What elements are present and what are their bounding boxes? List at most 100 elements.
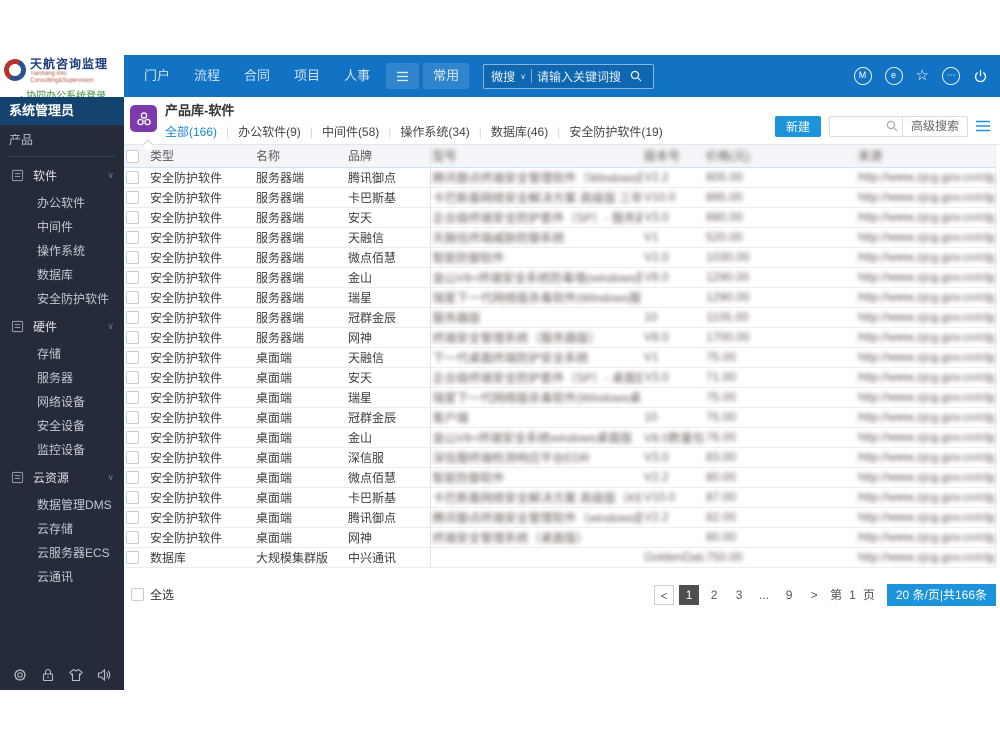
row-checkbox[interactable] [126, 431, 139, 445]
row-checkbox[interactable] [126, 451, 139, 465]
company-subtitle: Tianhang Info Consulting&Supervision [30, 71, 94, 84]
nav-item-2[interactable]: 合同 [232, 55, 282, 97]
nav-common-button[interactable]: 常用 [423, 63, 470, 89]
search-scope-label[interactable]: 微搜 [491, 68, 515, 85]
tab-5[interactable]: 安全防护软件(19) [560, 123, 671, 140]
new-button[interactable]: 新建 [774, 115, 821, 137]
sidebar-item-2-1[interactable]: 云存储 [0, 517, 124, 541]
row-checkbox[interactable] [126, 291, 139, 305]
speaker-icon[interactable] [96, 667, 112, 683]
sidebar-item-1-3[interactable]: 安全设备 [0, 414, 124, 438]
message-m-icon[interactable]: M [853, 67, 872, 85]
sidebar-item-2-3[interactable]: 云通讯 [0, 565, 124, 589]
nav-item-0[interactable]: 门户 [132, 55, 182, 97]
tab-4[interactable]: 数据库(46) [482, 123, 557, 140]
prev-page-button[interactable]: < [654, 584, 675, 605]
page-button-1[interactable]: 1 [679, 584, 700, 605]
table-search-input[interactable] [830, 117, 882, 136]
row-checkbox[interactable] [126, 511, 139, 525]
tab-3[interactable]: 操作系统(34) [391, 123, 478, 140]
nav-menu-button[interactable] [386, 63, 420, 89]
sidebar-item-1-0[interactable]: 存储 [0, 342, 124, 366]
cell-source: http://www.zjcg.gov.cn/ctjg/ [858, 450, 996, 464]
cell-source: http://www.zjcg.gov.cn/ctjg/ [858, 370, 996, 384]
search-icon[interactable] [630, 70, 642, 82]
global-search-input[interactable]: 请输入关键词搜 [537, 68, 621, 85]
row-checkbox[interactable] [126, 531, 139, 545]
row-checkbox[interactable] [126, 231, 139, 245]
page-button-3[interactable]: 3 [729, 585, 749, 605]
row-checkbox[interactable] [126, 411, 139, 425]
lock-icon[interactable] [40, 667, 56, 683]
sidebar-item-0-4[interactable]: 安全防护软件 [0, 287, 124, 311]
cell-source: http://www.zjcg.gov.cn/ctjg/ [858, 270, 996, 284]
cell-version: V10.0 [644, 190, 676, 204]
cell-type: 安全防护软件 [150, 370, 223, 385]
sidebar-item-2-0[interactable]: 数据管理DMS [0, 493, 124, 517]
document-icon [11, 471, 24, 484]
cell-name: 服务器端 [256, 290, 305, 305]
cell-model: 终端安全管理系统（服务器版） [432, 330, 601, 345]
nav-search[interactable]: 微搜 ∨ 请输入关键词搜 [483, 63, 654, 89]
cell-price: 895.00 [706, 190, 743, 204]
more-dots-icon[interactable]: ⋯ [942, 67, 960, 85]
nav-item-1[interactable]: 流程 [182, 55, 232, 97]
row-checkbox[interactable] [126, 211, 139, 225]
sidebar-item-1-4[interactable]: 监控设备 [0, 438, 124, 462]
mail-e-icon[interactable]: e [884, 67, 903, 85]
header-checkbox[interactable] [126, 149, 139, 163]
row-checkbox[interactable] [126, 311, 139, 325]
chevron-down-icon: ∨ [107, 170, 114, 180]
power-icon[interactable] [973, 69, 988, 84]
row-checkbox[interactable] [126, 491, 139, 505]
cell-model: 智能防御软件 [432, 470, 505, 485]
row-checkbox[interactable] [126, 351, 139, 365]
sidebar-item-2-2[interactable]: 云服务器ECS [0, 541, 124, 565]
row-checkbox[interactable] [126, 171, 139, 185]
tab-0[interactable]: 全部(166) [165, 123, 226, 140]
sidebar-item-0-1[interactable]: 中间件 [0, 215, 124, 239]
row-checkbox[interactable] [126, 391, 139, 405]
advanced-search-link[interactable]: 高级搜索 [901, 116, 967, 136]
sidebar-group-0[interactable]: 软件 ∨ [0, 160, 124, 191]
page-button-2[interactable]: 2 [704, 585, 724, 605]
row-checkbox[interactable] [126, 271, 139, 285]
row-checkbox[interactable] [126, 331, 139, 345]
nav-item-3[interactable]: 项目 [282, 55, 332, 97]
cell-type: 安全防护软件 [150, 530, 223, 545]
sidebar-item-1-1[interactable]: 服务器 [0, 366, 124, 390]
row-checkbox[interactable] [126, 191, 139, 205]
page-button-9[interactable]: 9 [779, 585, 799, 605]
sidebar-item-0-3[interactable]: 数据库 [0, 263, 124, 287]
cell-name: 桌面端 [256, 450, 293, 465]
list-view-icon[interactable] [976, 120, 990, 132]
sidebar-item-0-0[interactable]: 办公软件 [0, 191, 124, 215]
tab-2[interactable]: 中间件(58) [313, 123, 388, 140]
cell-brand: 中兴通讯 [346, 547, 431, 567]
select-all[interactable]: 全选 [131, 586, 174, 603]
row-checkbox[interactable] [126, 471, 139, 485]
table-footer: 全选 < 1 2 3... 9 > 第 1 页 20 条/页|共166条 [124, 583, 1000, 606]
page-size-badge[interactable]: 20 条/页|共166条 [886, 583, 996, 606]
cell-source: http://www.zjcg.gov.cn/ctjg/ [858, 330, 996, 344]
column-header-6: 来源 [858, 149, 883, 164]
sidebar-section-product[interactable]: 产品 [0, 125, 124, 156]
favorite-star-icon[interactable]: ☆ [916, 68, 929, 84]
nav-item-4[interactable]: 人事 [332, 55, 382, 97]
row-checkbox[interactable] [126, 251, 139, 265]
theme-shirt-icon[interactable] [68, 667, 84, 683]
sidebar-group-1[interactable]: 硬件 ∨ [0, 311, 124, 342]
sidebar-group-2[interactable]: 云资源 ∨ [0, 462, 124, 493]
settings-gear-icon[interactable] [12, 667, 28, 683]
sidebar-item-0-2[interactable]: 操作系统 [0, 239, 124, 263]
cell-price: 880.00 [706, 210, 743, 224]
cell-model: 终端安全管理系统（桌面版） [432, 530, 589, 545]
row-checkbox[interactable] [126, 371, 139, 385]
sidebar-item-1-2[interactable]: 网络设备 [0, 390, 124, 414]
row-checkbox[interactable] [126, 551, 139, 565]
select-all-checkbox[interactable] [131, 588, 144, 601]
search-icon[interactable] [886, 120, 898, 132]
jump-page-input[interactable]: 1 [849, 588, 856, 602]
tab-1[interactable]: 办公软件(9) [229, 123, 310, 140]
next-page-button[interactable]: > [804, 585, 824, 605]
